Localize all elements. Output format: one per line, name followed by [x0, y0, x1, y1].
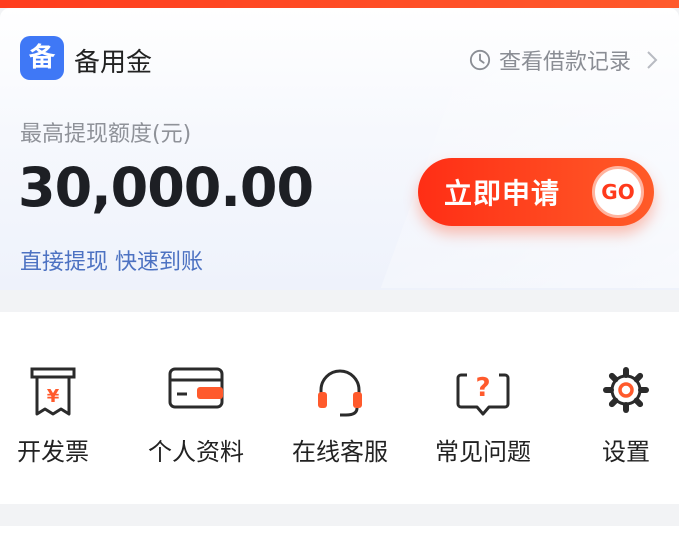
clock-icon	[469, 49, 491, 71]
tagline: 直接提现 快速到账	[20, 250, 203, 275]
service-menu-panel: ¥ 开发票 个人资料 在线客服 ? 常见问题 设置	[0, 312, 679, 504]
go-badge: GO	[592, 166, 644, 218]
app-logo-icon: 备	[20, 36, 64, 80]
limit-label: 最高提现额度(元)	[20, 122, 192, 147]
top-accent-bar	[0, 0, 679, 8]
product-title: 备用金	[74, 48, 153, 78]
menu-item-label: 个人资料	[148, 438, 244, 466]
svg-text:?: ?	[475, 373, 490, 403]
svg-text:¥: ¥	[47, 386, 60, 407]
menu-item-label: 设置	[602, 438, 650, 466]
question-bubble-icon: ?	[456, 373, 510, 416]
card-icon	[168, 367, 224, 409]
menu-item-invoice[interactable]: ¥ 开发票	[0, 312, 106, 504]
headset-icon	[318, 369, 362, 417]
menu-item-customer-service[interactable]: 在线客服	[278, 312, 402, 504]
logo-glyph: 备	[28, 43, 55, 73]
menu-item-settings[interactable]: 设置	[578, 312, 674, 504]
loan-record-label: 查看借款记录	[498, 50, 631, 75]
invoice-icon: ¥	[30, 367, 76, 416]
loan-record-link[interactable]: 查看借款记录	[469, 44, 659, 76]
menu-item-label: 常见问题	[435, 438, 531, 466]
credit-amount: 30,000.00	[18, 156, 314, 219]
bottom-panel-edge	[0, 526, 679, 542]
apply-now-label: 立即申请	[444, 177, 561, 210]
menu-item-faq[interactable]: ? 常见问题	[421, 312, 545, 504]
menu-item-label: 在线客服	[292, 438, 388, 466]
menu-item-profile[interactable]: 个人资料	[134, 312, 258, 504]
chevron-right-icon	[647, 51, 658, 69]
go-badge-label: GO	[601, 180, 635, 204]
menu-item-label: 开发票	[17, 438, 89, 466]
gear-icon	[603, 367, 649, 413]
reserve-fund-card: 备 备用金 查看借款记录 最高提现额度(元) 30,000.00 直接提现 快速…	[0, 8, 679, 290]
apply-now-button[interactable]: 立即申请 GO	[418, 158, 654, 226]
